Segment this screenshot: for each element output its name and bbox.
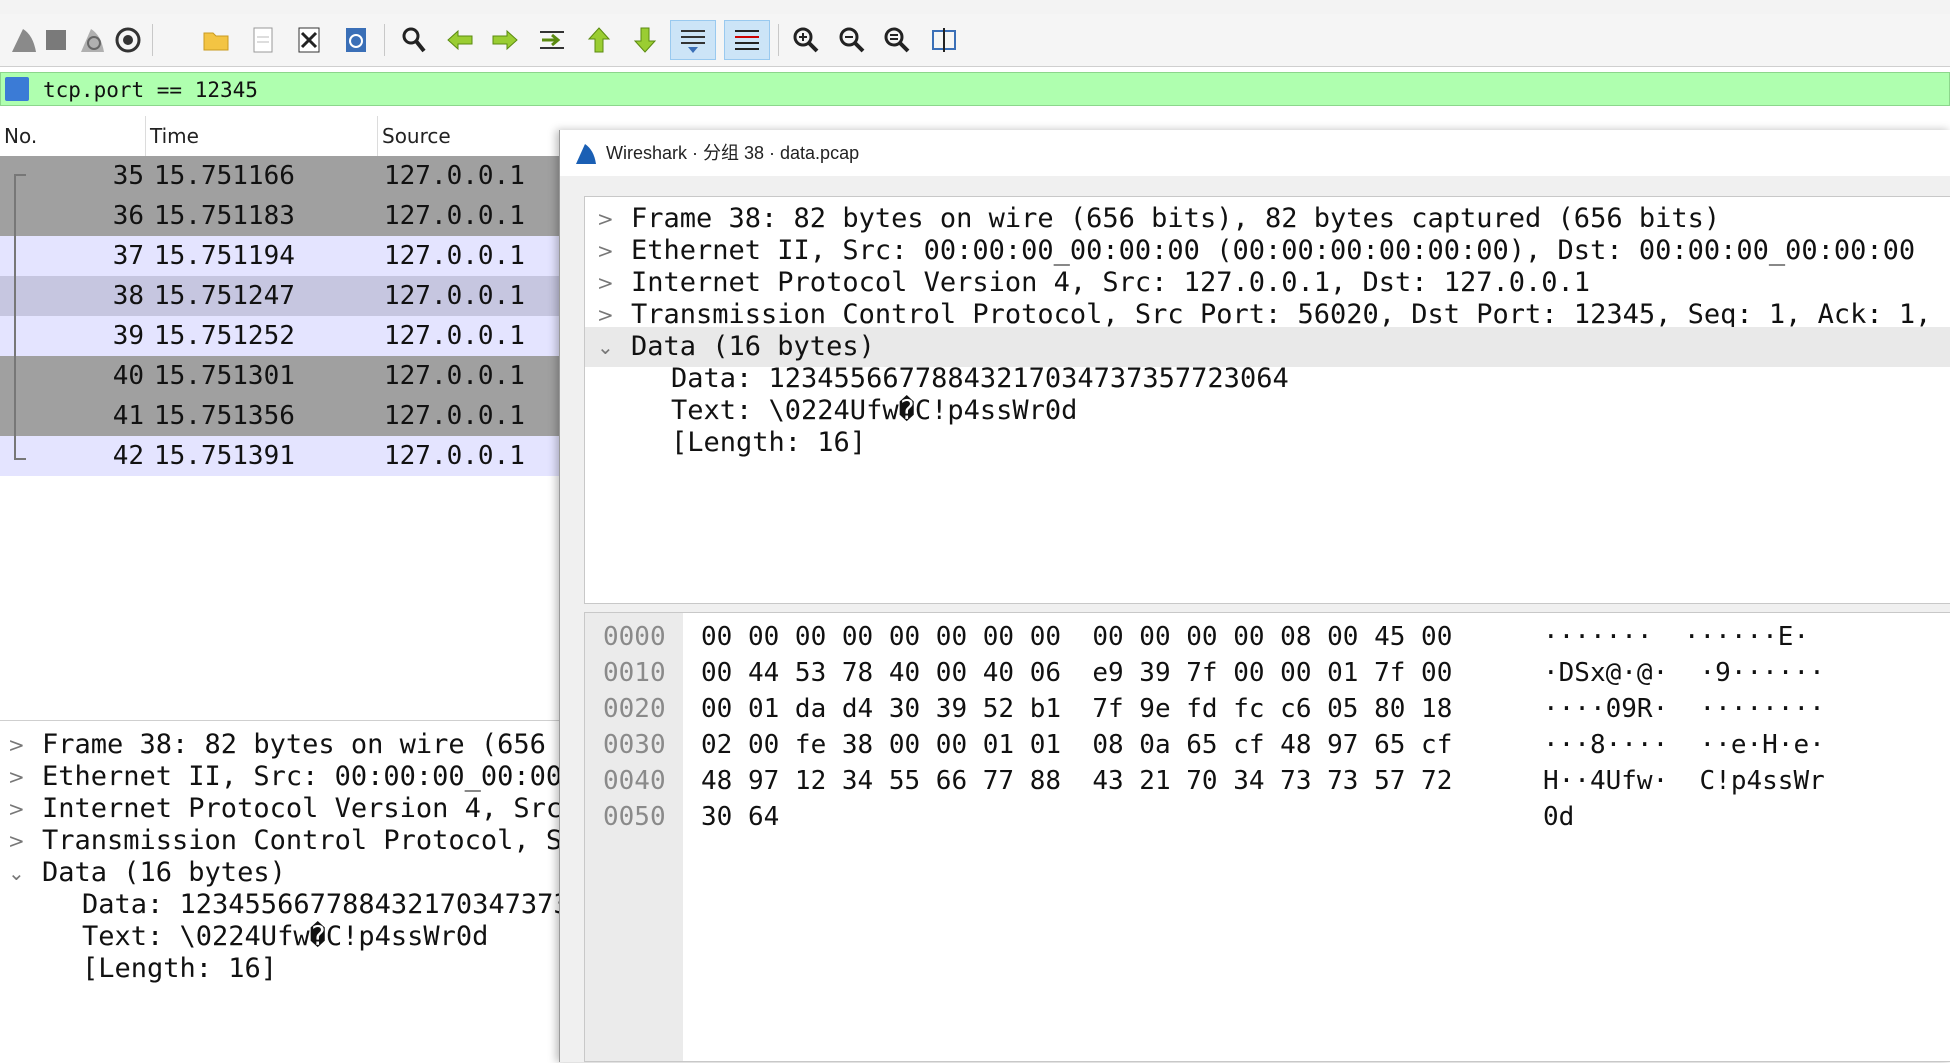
display-filter-input[interactable]: tcp.port == 12345: [43, 76, 258, 104]
dialog-title-bar[interactable]: Wireshark · 分组 38 · data.pcap: [560, 130, 1950, 176]
open-folder-icon[interactable]: [196, 20, 236, 60]
packet-source: 127.0.0.1: [384, 161, 525, 191]
save-file-icon[interactable]: [243, 20, 283, 60]
packet-row[interactable]: 42 15.751391 127.0.0.1: [0, 436, 560, 476]
resize-columns-icon[interactable]: [924, 20, 964, 60]
hex-line[interactable]: 0040 48 97 12 34 55 66 77 88 43 21 70 34 …: [585, 763, 1950, 799]
wireshark-fin-icon: [576, 144, 596, 164]
packet-source: 127.0.0.1: [384, 441, 525, 471]
hex-line[interactable]: 0050 30 64 0d: [585, 799, 1950, 835]
packet-list[interactable]: No. Time Source 35 15.751166 127.0.0.1 36 15…: [0, 116, 1950, 706]
find-icon[interactable]: [394, 20, 434, 60]
bookmark-icon[interactable]: [5, 77, 29, 101]
hex-line[interactable]: 0010 00 44 53 78 40 00 40 06 e9 39 7f 00 …: [585, 655, 1950, 691]
hex-ascii[interactable]: ···8···· ··e·H·e·: [1543, 727, 1825, 763]
packet-time: 15.751194: [154, 241, 295, 271]
packet-source: 127.0.0.1: [384, 361, 525, 391]
hex-ascii[interactable]: ····09R· ········: [1543, 691, 1825, 727]
packet-source: 127.0.0.1: [384, 281, 525, 311]
packet-row[interactable]: 39 15.751252 127.0.0.1: [0, 316, 560, 356]
packet-row[interactable]: 37 15.751194 127.0.0.1: [0, 236, 560, 276]
hex-line[interactable]: 0020 00 01 da d4 30 39 52 b1 7f 9e fd fc …: [585, 691, 1950, 727]
first-packet-icon[interactable]: [579, 20, 619, 60]
column-header-time[interactable]: Time: [146, 116, 378, 156]
colorize-icon[interactable]: [724, 20, 770, 60]
hex-line[interactable]: 0000 00 00 00 00 00 00 00 00 00 00 00 00 …: [585, 619, 1950, 655]
go-back-icon[interactable]: [440, 20, 480, 60]
toolbar-separator: [152, 24, 153, 56]
chevron-down-icon[interactable]: ⌄: [8, 853, 28, 893]
packet-dialog: Wireshark · 分组 38 · data.pcap > Frame 38:…: [559, 130, 1950, 1062]
close-file-icon[interactable]: [289, 20, 329, 60]
restart-icon[interactable]: [72, 20, 112, 60]
hex-bytes[interactable]: 48 97 12 34 55 66 77 88 43 21 70 34 73 7…: [701, 763, 1452, 799]
hex-bytes[interactable]: 30 64: [701, 799, 779, 835]
main-toolbar: [0, 14, 1950, 67]
toolbar-separator: [384, 24, 385, 56]
packet-source: 127.0.0.1: [384, 401, 525, 431]
hex-line[interactable]: 0030 02 00 fe 38 00 00 01 01 08 0a 65 cf …: [585, 727, 1950, 763]
go-to-packet-icon[interactable]: [532, 20, 572, 60]
hex-bytes[interactable]: 00 00 00 00 00 00 00 00 00 00 00 00 08 0…: [701, 619, 1452, 655]
hex-offset: 0050: [603, 802, 666, 832]
packet-time: 15.751356: [154, 401, 295, 431]
packet-source: 127.0.0.1: [384, 201, 525, 231]
conversation-bracket: [14, 174, 26, 460]
hex-offset: 0030: [603, 730, 666, 760]
menu-bar: [0, 0, 1950, 14]
hex-bytes[interactable]: 02 00 fe 38 00 00 01 01 08 0a 65 cf 48 9…: [701, 727, 1452, 763]
packet-time: 15.751247: [154, 281, 295, 311]
tree-child-length[interactable]: [Length: 16]: [82, 949, 277, 989]
options-gear-icon[interactable]: [108, 20, 148, 60]
hex-ascii[interactable]: H··4Ufw· C!p4ssWr: [1543, 763, 1825, 799]
dialog-title: Wireshark · 分组 38 · data.pcap: [606, 143, 860, 163]
reload-icon[interactable]: [336, 20, 376, 60]
packet-time: 15.751166: [154, 161, 295, 191]
hex-ascii[interactable]: ·DSx@·@· ·9······: [1543, 655, 1825, 691]
hex-ascii[interactable]: ······· ······E·: [1543, 619, 1809, 655]
packet-source: 127.0.0.1: [384, 321, 525, 351]
column-header-no[interactable]: No.: [0, 116, 146, 156]
display-filter-bar[interactable]: tcp.port == 12345: [0, 72, 1950, 106]
packet-row[interactable]: 38 15.751247 127.0.0.1: [0, 276, 560, 316]
dialog-hex-dump[interactable]: 0000 00 00 00 00 00 00 00 00 00 00 00 00 …: [584, 612, 1950, 1062]
tree-child-length[interactable]: [Length: 16]: [671, 423, 866, 463]
packet-row[interactable]: 36 15.751183 127.0.0.1: [0, 196, 560, 236]
packet-time: 15.751301: [154, 361, 295, 391]
packet-time: 15.751252: [154, 321, 295, 351]
hex-bytes[interactable]: 00 44 53 78 40 00 40 06 e9 39 7f 00 00 0…: [701, 655, 1452, 691]
hex-offset: 0020: [603, 694, 666, 724]
autoscroll-icon[interactable]: [670, 20, 716, 60]
hex-offset: 0010: [603, 658, 666, 688]
toolbar-separator: [778, 24, 779, 56]
zoom-out-icon[interactable]: [832, 20, 872, 60]
last-packet-icon[interactable]: [625, 20, 665, 60]
hex-ascii[interactable]: 0d: [1543, 799, 1574, 835]
dialog-packet-tree[interactable]: > Frame 38: 82 bytes on wire (656 bits), …: [584, 196, 1950, 604]
packet-row[interactable]: 41 15.751356 127.0.0.1: [0, 396, 560, 436]
packet-time: 15.751183: [154, 201, 295, 231]
hex-bytes[interactable]: 00 01 da d4 30 39 52 b1 7f 9e fd fc c6 0…: [701, 691, 1452, 727]
go-forward-icon[interactable]: [485, 20, 525, 60]
hex-offset: 0000: [603, 622, 666, 652]
stop-icon[interactable]: [36, 20, 76, 60]
zoom-in-icon[interactable]: [786, 20, 826, 60]
packet-details-pane[interactable]: > Frame 38: 82 bytes on wire (656 > Ethern…: [0, 720, 560, 1063]
packet-time: 15.751391: [154, 441, 295, 471]
hex-offset: 0040: [603, 766, 666, 796]
normal-size-icon[interactable]: [877, 20, 917, 60]
chevron-down-icon[interactable]: ⌄: [597, 327, 617, 367]
packet-row[interactable]: 40 15.751301 127.0.0.1: [0, 356, 560, 396]
packet-source: 127.0.0.1: [384, 241, 525, 271]
packet-row[interactable]: 35 15.751166 127.0.0.1: [0, 156, 560, 196]
